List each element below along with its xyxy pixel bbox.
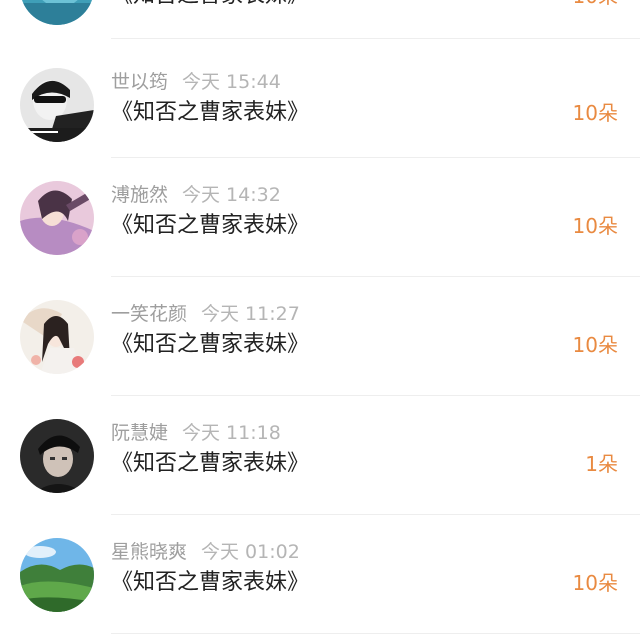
divider xyxy=(111,38,640,39)
divider xyxy=(111,276,640,277)
avatar[interactable] xyxy=(20,419,94,493)
user-meta: 阮慧婕 今天 11:18 xyxy=(111,419,281,447)
avatar-image xyxy=(20,300,94,374)
book-title[interactable]: 《知否之曹家表妹》 xyxy=(111,210,309,242)
user-name[interactable]: 一笑花颜 xyxy=(111,303,187,325)
list-item[interactable]: 《知否之曹家表妹》 10朵 xyxy=(0,0,640,70)
flower-count: 10朵 xyxy=(573,0,618,12)
book-title[interactable]: 《知否之曹家表妹》 xyxy=(111,0,309,12)
user-meta: 星熊晓爽 今天 01:02 xyxy=(111,538,300,566)
user-meta: 一笑花颜 今天 11:27 xyxy=(111,300,300,328)
user-name[interactable]: 星熊晓爽 xyxy=(111,541,187,563)
avatar-image xyxy=(20,181,94,255)
avatar-image xyxy=(20,419,94,493)
avatar[interactable] xyxy=(20,538,94,612)
avatar-image xyxy=(20,0,94,25)
avatar-image xyxy=(20,538,94,612)
user-name[interactable]: 阮慧婕 xyxy=(111,422,168,444)
list-item[interactable]: 一笑花颜 今天 11:27 《知否之曹家表妹》 10朵 xyxy=(0,300,640,419)
avatar[interactable] xyxy=(20,181,94,255)
avatar-image xyxy=(20,68,94,142)
divider xyxy=(111,157,640,158)
list-item[interactable]: 世以筠 今天 15:44 《知否之曹家表妹》 10朵 xyxy=(0,68,640,187)
divider xyxy=(111,633,640,634)
avatar[interactable] xyxy=(20,68,94,142)
list-item[interactable]: 阮慧婕 今天 11:18 《知否之曹家表妹》 1朵 xyxy=(0,419,640,538)
gift-record-list: 《知否之曹家表妹》 10朵 世以筠今天 15:44 《知否之曹家表妹》 10朵 xyxy=(0,0,640,640)
user-name[interactable]: 溥施然 xyxy=(111,184,168,206)
timestamp: 今天 14:32 xyxy=(182,184,281,206)
user-name[interactable]: 世以筠 xyxy=(111,71,168,93)
timestamp: 今天 01:02 xyxy=(201,541,300,563)
book-title[interactable]: 《知否之曹家表妹》 xyxy=(111,329,309,361)
avatar[interactable] xyxy=(20,0,94,25)
book-title[interactable]: 《知否之曹家表妹》 xyxy=(111,567,309,599)
divider xyxy=(111,395,640,396)
flower-count: 10朵 xyxy=(572,333,618,357)
avatar[interactable] xyxy=(20,300,94,374)
timestamp: 今天 11:27 xyxy=(201,303,300,325)
book-title[interactable]: 《知否之曹家表妹》 xyxy=(111,448,309,480)
list-item[interactable]: 溥施然 今天 14:32 《知否之曹家表妹》 10朵 xyxy=(0,181,640,300)
book-title[interactable]: 《知否之曹家表妹》 xyxy=(111,97,309,129)
user-meta: 溥施然 今天 14:32 xyxy=(111,181,281,209)
flower-count: 10朵 xyxy=(572,214,618,238)
flower-count: 1朵 xyxy=(585,452,618,476)
user-meta: 世以筠 今天 15:44 xyxy=(111,68,281,96)
list-item[interactable]: 星熊晓爽 今天 01:02 《知否之曹家表妹》 10朵 xyxy=(0,538,640,640)
divider xyxy=(111,514,640,515)
flower-count: 10朵 xyxy=(572,571,618,595)
flower-count: 10朵 xyxy=(572,101,618,125)
timestamp: 今天 11:18 xyxy=(182,422,281,444)
timestamp: 今天 15:44 xyxy=(182,71,281,93)
